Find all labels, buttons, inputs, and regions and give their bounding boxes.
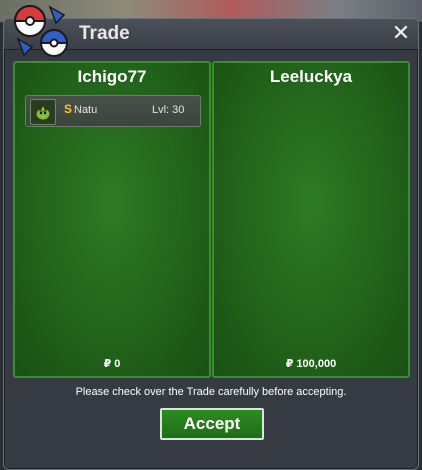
trade-item-natu[interactable]: S Natu Lvl: 30 [25, 95, 201, 127]
pokedollar-icon: ₽ [103, 358, 112, 370]
partner-player-name: Leeluckya [269, 67, 353, 86]
partner-money-value: 100,000 [296, 358, 337, 370]
close-icon[interactable]: ✕ [390, 22, 412, 44]
window-title: Trade [79, 23, 130, 44]
natu-sprite-icon [30, 99, 56, 125]
accept-button[interactable]: Accept [160, 408, 264, 440]
trade-window: Trade ✕ Ichigo77 S Natu Lvl: 30 ₽ 0 Leel… [3, 5, 419, 470]
partner-money: ₽100,000 [214, 357, 408, 370]
my-player-name: Ichigo77 [77, 67, 147, 86]
partner-offer-panel: Leeluckya ₽100,000 [212, 61, 410, 378]
item-name: Natu [74, 104, 98, 116]
trade-notice: Please check over the Trade carefully be… [75, 386, 347, 398]
trade-logo-icon [13, 5, 69, 57]
my-money: ₽0 [15, 357, 209, 370]
my-offer-panel: Ichigo77 S Natu Lvl: 30 ₽0 [13, 61, 211, 378]
pokedollar-icon: ₽ [285, 358, 294, 370]
shiny-badge: S [64, 102, 73, 116]
my-money-value: 0 [114, 358, 121, 370]
item-level: Lvl: 30 [152, 104, 185, 116]
